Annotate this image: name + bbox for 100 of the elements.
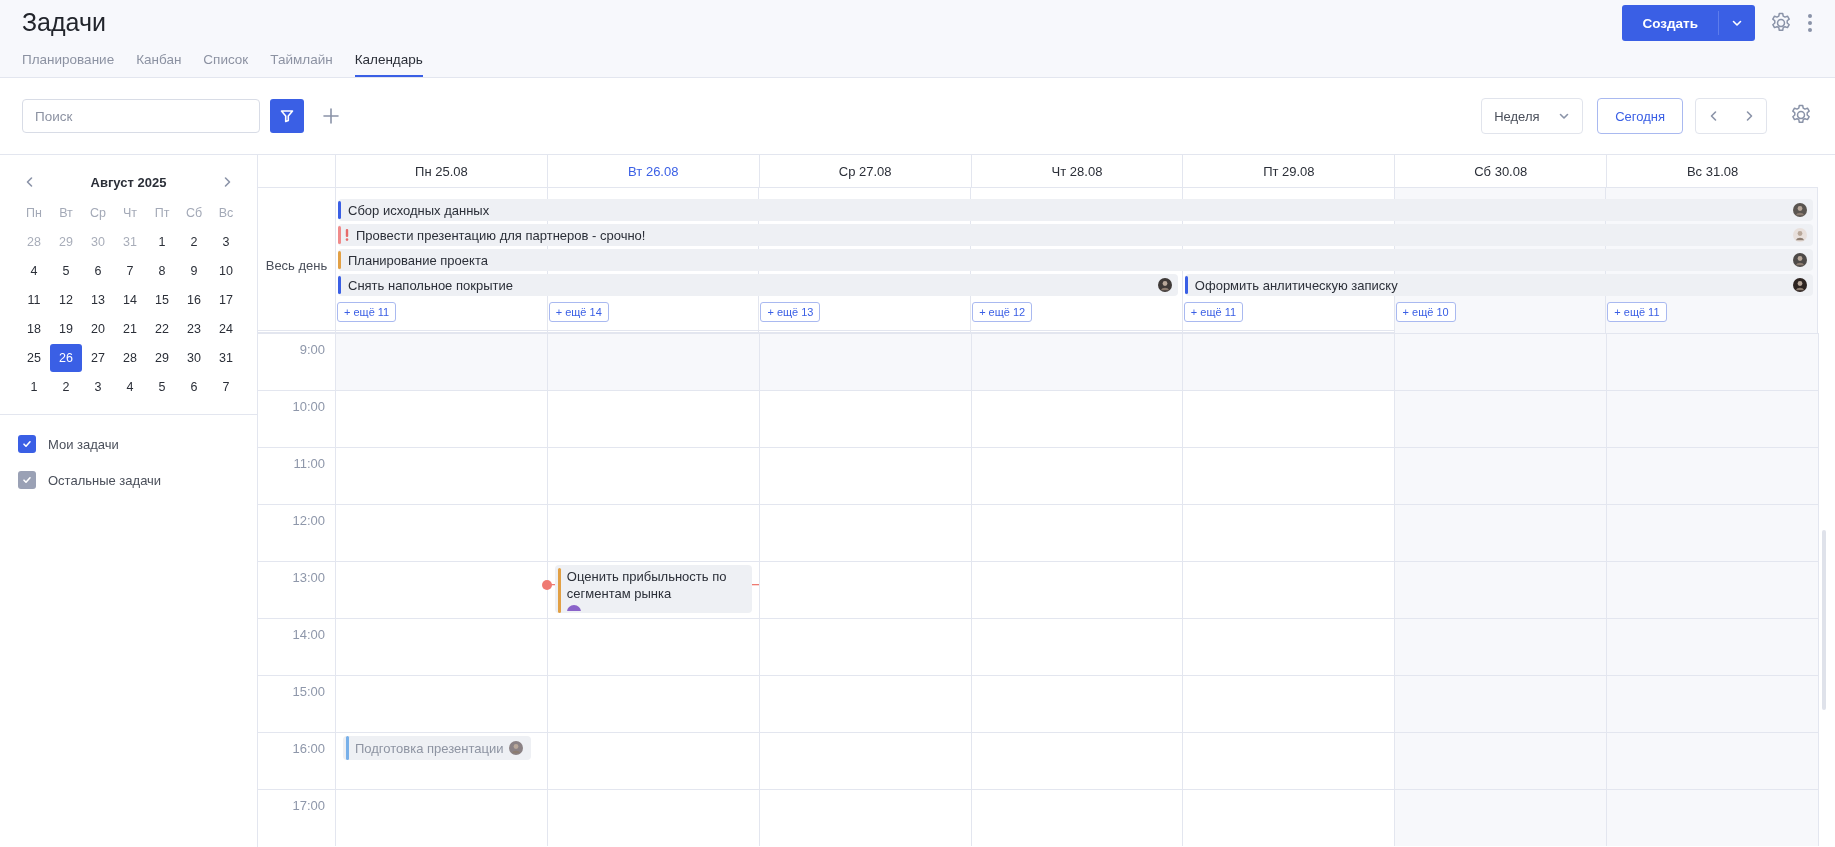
calendar-day[interactable]: 24 [210, 315, 242, 343]
time-slot[interactable] [1394, 561, 1607, 618]
view-tab[interactable]: Календарь [354, 52, 423, 77]
add-icon[interactable] [322, 107, 340, 125]
calendar-day[interactable]: 12 [50, 286, 82, 314]
time-slot[interactable] [546, 504, 759, 561]
time-slot[interactable] [1606, 447, 1818, 504]
time-slot[interactable] [758, 618, 971, 675]
time-slot[interactable] [970, 618, 1183, 675]
calendar-day[interactable]: 29 [146, 344, 178, 372]
time-slot[interactable] [758, 732, 971, 789]
view-select[interactable]: Неделя [1481, 98, 1584, 134]
time-slot[interactable] [1394, 789, 1607, 846]
time-slot[interactable] [758, 561, 971, 618]
time-slot[interactable] [546, 447, 759, 504]
time-slot[interactable] [1394, 504, 1607, 561]
calendar-day[interactable]: 1 [18, 373, 50, 401]
time-slot[interactable] [1394, 732, 1607, 789]
time-slot[interactable] [970, 789, 1183, 846]
more-events-button[interactable]: + ещё 11 [337, 302, 397, 322]
time-slot[interactable] [335, 789, 547, 846]
time-slot[interactable] [970, 561, 1183, 618]
time-slot[interactable] [1394, 447, 1607, 504]
time-slot[interactable] [1606, 618, 1818, 675]
time-slot[interactable] [335, 504, 547, 561]
time-slot[interactable] [335, 618, 547, 675]
calendar-day[interactable]: 22 [146, 315, 178, 343]
search-field[interactable]: Поиск [22, 99, 260, 133]
calendar-day[interactable]: 7 [114, 257, 146, 285]
time-slot[interactable] [758, 789, 971, 846]
calendar-day[interactable]: 1 [146, 228, 178, 256]
calendar-day[interactable]: 20 [82, 315, 114, 343]
calendar-day[interactable]: 6 [82, 257, 114, 285]
calendar-day[interactable]: 23 [178, 315, 210, 343]
time-slot[interactable] [970, 447, 1183, 504]
calendar-day[interactable]: 4 [114, 373, 146, 401]
calendar-day[interactable]: 18 [18, 315, 50, 343]
calendar-day[interactable]: 31 [210, 344, 242, 372]
event-bar[interactable]: Сбор исходных данных [338, 199, 1813, 221]
calendar-day[interactable]: 6 [178, 373, 210, 401]
calendar-day[interactable]: 5 [50, 257, 82, 285]
time-slot[interactable] [546, 675, 759, 732]
time-slot[interactable] [546, 618, 759, 675]
create-button[interactable]: Создать [1622, 5, 1755, 41]
calendar-day[interactable]: 25 [18, 344, 50, 372]
calendar-day[interactable]: 3 [82, 373, 114, 401]
event-bar[interactable]: Оформить анлитическую записку [1184, 274, 1813, 296]
calendar-day[interactable]: 28 [114, 344, 146, 372]
calendar-day[interactable]: 16 [178, 286, 210, 314]
scrollbar[interactable] [1822, 530, 1826, 710]
event-bar[interactable]: Провести презентацию для партнеров - срочно! [338, 224, 1813, 246]
time-slot[interactable] [546, 390, 759, 447]
calendar-day[interactable]: 30 [178, 344, 210, 372]
time-slot[interactable]: Оценить прибыльность по сегментам рынка [546, 561, 759, 618]
calendar-day[interactable]: 27 [82, 344, 114, 372]
time-slot[interactable] [546, 732, 759, 789]
time-slot[interactable] [758, 447, 971, 504]
time-slot[interactable] [758, 333, 971, 390]
time-slot[interactable] [335, 333, 547, 390]
time-slot[interactable] [335, 675, 547, 732]
calendar-day[interactable]: 4 [18, 257, 50, 285]
more-icon[interactable] [1807, 13, 1813, 33]
calendar-day[interactable]: 11 [18, 286, 50, 314]
time-slot[interactable] [1606, 789, 1818, 846]
calendar-day[interactable]: 13 [82, 286, 114, 314]
time-slot[interactable] [1606, 732, 1818, 789]
calendar-day[interactable]: 5 [146, 373, 178, 401]
time-slot[interactable] [970, 675, 1183, 732]
calendar-day[interactable]: 26 [50, 344, 82, 372]
calendar-day[interactable]: 7 [210, 373, 242, 401]
today-button[interactable]: Сегодня [1597, 98, 1683, 134]
time-slot[interactable] [335, 447, 547, 504]
time-slot[interactable] [758, 390, 971, 447]
more-events-button[interactable]: + ещё 10 [1395, 302, 1456, 322]
time-slot[interactable] [1606, 390, 1818, 447]
more-events-button[interactable]: + ещё 14 [548, 302, 609, 322]
time-slot[interactable] [758, 675, 971, 732]
time-slot[interactable] [970, 504, 1183, 561]
time-slot[interactable] [1394, 390, 1607, 447]
calendar-day[interactable]: 9 [178, 257, 210, 285]
time-slot[interactable] [1182, 333, 1395, 390]
calendar-day[interactable]: 3 [210, 228, 242, 256]
time-slot[interactable] [970, 732, 1183, 789]
calendar-day[interactable]: 15 [146, 286, 178, 314]
event-card[interactable]: Оценить прибыльность по сегментам рынка [554, 565, 752, 613]
time-slot[interactable] [546, 333, 759, 390]
calendar-day[interactable]: 17 [210, 286, 242, 314]
calendar-day[interactable]: 21 [114, 315, 146, 343]
calendar-day[interactable]: 8 [146, 257, 178, 285]
time-slot[interactable] [1606, 561, 1818, 618]
event-bar[interactable]: Снять напольное покрытие [338, 274, 1178, 296]
time-slot[interactable] [1394, 675, 1607, 732]
checkbox[interactable] [18, 435, 36, 453]
time-slot[interactable] [970, 390, 1183, 447]
calendar-day[interactable]: 2 [50, 373, 82, 401]
checkbox[interactable] [18, 471, 36, 489]
calendar-day[interactable]: 10 [210, 257, 242, 285]
time-slot[interactable] [1606, 333, 1818, 390]
time-slot[interactable] [1606, 675, 1818, 732]
time-slot[interactable] [758, 504, 971, 561]
